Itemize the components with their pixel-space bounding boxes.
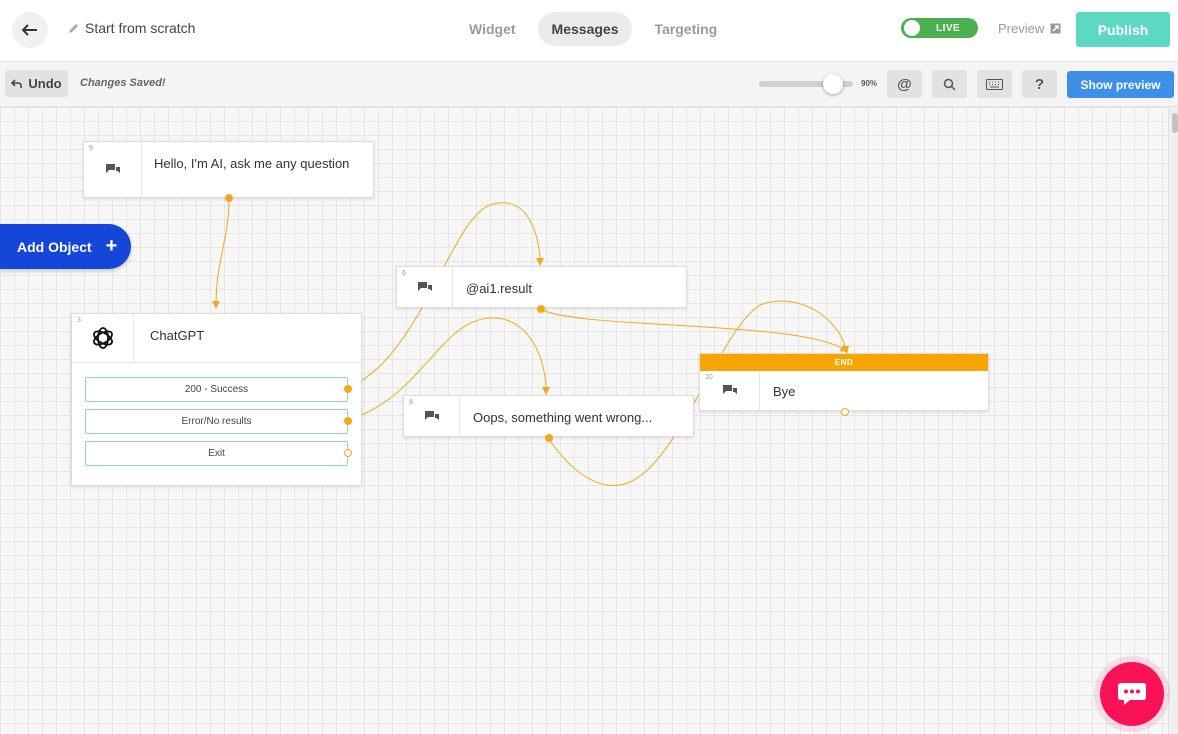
message-node-hello[interactable]: 9 Hello, I'm AI, ask me any question [83,141,374,202]
output-port-success[interactable] [344,385,352,393]
main-tabs: Widget Messages Targeting [455,12,731,46]
editor-toolbar: Undo Changes Saved! 90% @ ? Show preview [0,62,1178,107]
pencil-icon [69,24,78,33]
openai-logo-icon [92,327,113,349]
publish-button[interactable]: Publish [1076,12,1170,47]
node-message-text: Oops, something went wrong... [473,410,653,425]
node-icon-cell: 10 [700,371,760,410]
keyboard-button[interactable] [977,70,1012,98]
output-port[interactable] [225,194,233,202]
add-object-button[interactable]: Add Object + [0,224,131,269]
back-button[interactable] [12,12,48,48]
message-node-bye[interactable]: END 10 Bye [699,353,989,416]
chat-bubbles-icon [105,164,120,173]
end-banner: END [700,354,988,371]
ai-node-chatgpt[interactable]: 3 ChatGPT 200 - Success Error/No results… [71,313,362,486]
scroll-thumb[interactable] [1172,113,1178,133]
keyboard-icon [986,78,1003,90]
zoom-slider-handle[interactable] [823,74,843,94]
arrow-left-icon [22,24,37,36]
message-node-oops[interactable]: 8 Oops, something went wrong... [403,395,694,442]
node-icon-cell: 6 [397,267,453,307]
preview-label: Preview [998,21,1045,36]
output-port[interactable] [537,305,545,313]
node-icon-cell: 3 [72,314,134,362]
preview-link[interactable]: Preview [998,21,1061,36]
chat-bubbles-icon [424,410,439,420]
tab-widget[interactable]: Widget [455,12,530,46]
chat-bubbles-icon [722,385,737,394]
node-icon-cell: 8 [404,396,460,436]
node-message-text: Hello, I'm AI, ask me any question [154,156,350,171]
undo-button[interactable]: Undo [5,70,68,97]
option-error[interactable]: Error/No results [85,409,348,434]
tab-targeting[interactable]: Targeting [640,12,731,46]
output-port-exit[interactable] [344,449,352,457]
divider [72,362,361,363]
output-port[interactable] [545,434,553,442]
output-port-error[interactable] [344,417,352,425]
live-toggle[interactable]: LIVE [901,18,978,38]
show-preview-button[interactable]: Show preview [1067,71,1174,98]
top-bar: Start from scratch Widget Messages Targe… [0,0,1178,62]
chat-bubble-icon [1118,683,1146,705]
add-object-label: Add Object [17,238,92,255]
undo-label: Undo [28,76,62,91]
node-id: 3 [77,317,81,324]
tab-messages[interactable]: Messages [537,12,633,46]
node-id: 10 [705,374,713,381]
node-id: 9 [89,145,93,152]
output-port[interactable] [841,408,849,416]
node-message-text: @ai1.result [466,281,532,296]
zoom-level: 90% [861,79,878,88]
node-id: 8 [409,399,413,406]
undo-arrow-icon [11,78,23,88]
message-node-ai-result[interactable]: 6 @ai1.result [396,266,687,313]
node-id: 6 [402,270,406,277]
canvas-scrollbar[interactable] [1168,107,1178,734]
chat-bubbles-icon [417,281,432,291]
external-link-icon [1050,23,1061,34]
node-message-text: Bye [773,384,796,399]
search-button[interactable] [932,70,967,98]
chat-widget-button[interactable] [1100,662,1164,726]
node-icon-cell: 9 [84,142,142,197]
option-success[interactable]: 200 - Success [85,377,348,402]
search-icon [943,78,956,91]
option-exit[interactable]: Exit [85,441,348,466]
live-label: LIVE [936,22,961,34]
help-button[interactable]: ? [1022,70,1057,98]
save-status: Changes Saved! [80,77,166,89]
mention-button[interactable]: @ [887,70,922,98]
flow-title-text: Start from scratch [85,20,196,36]
node-title: ChatGPT [150,328,205,343]
toggle-knob [904,20,920,36]
plus-icon: + [105,235,118,257]
flow-title[interactable]: Start from scratch [68,20,195,36]
